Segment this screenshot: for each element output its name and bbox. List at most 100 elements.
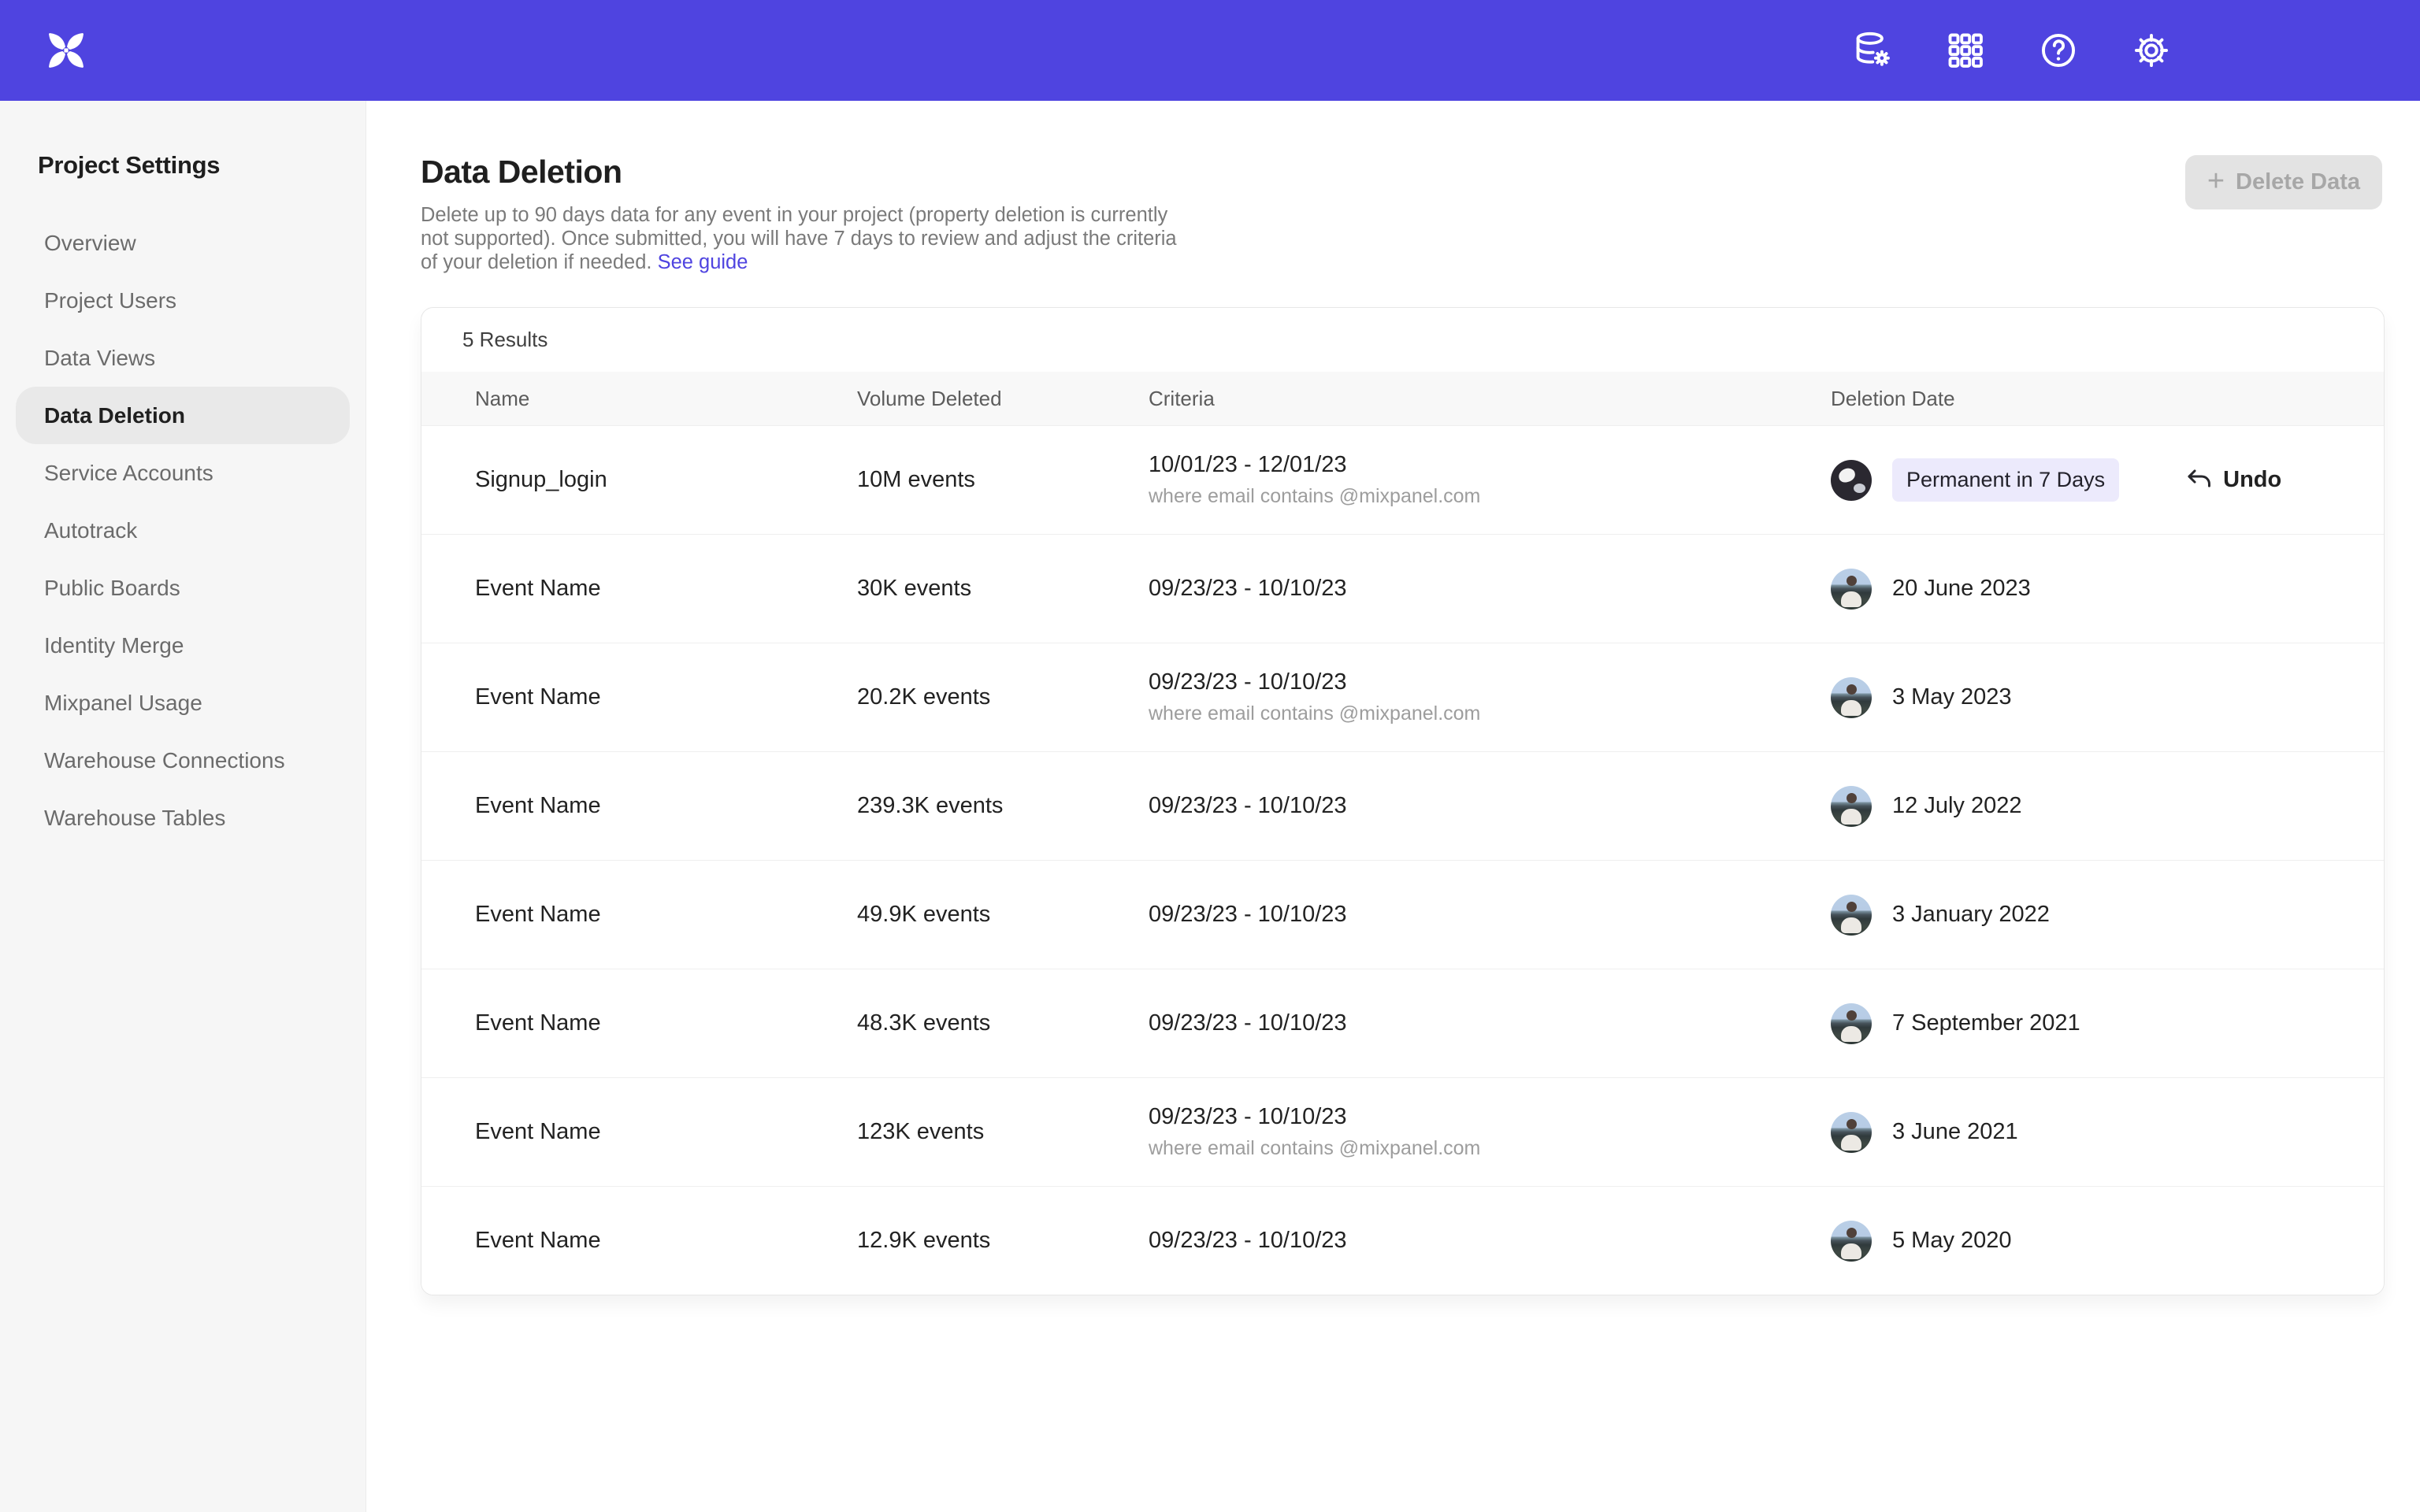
sidebar-item-warehouse-tables[interactable]: Warehouse Tables bbox=[16, 789, 350, 847]
criteria-date-range: 09/23/23 - 10/10/23 bbox=[1149, 793, 1831, 819]
criteria-filter: where email contains @mixpanel.com bbox=[1149, 702, 1831, 725]
sidebar-item-label: Warehouse Connections bbox=[44, 748, 285, 773]
criteria-date-range: 09/23/23 - 10/10/23 bbox=[1149, 902, 1831, 928]
table-row: Signup_login 10M events 10/01/23 - 12/01… bbox=[421, 425, 2384, 534]
table-row: Event Name 20.2K events 09/23/23 - 10/10… bbox=[421, 643, 2384, 751]
row-criteria: 09/23/23 - 10/10/23 bbox=[1149, 793, 1831, 819]
row-volume-deleted: 48.3K events bbox=[857, 1010, 1149, 1036]
row-volume-deleted: 49.9K events bbox=[857, 902, 1149, 928]
delete-data-button[interactable]: + Delete Data bbox=[2185, 155, 2382, 209]
page-title: Data Deletion bbox=[421, 154, 2385, 191]
table-row: Event Name 48.3K events 09/23/23 - 10/10… bbox=[421, 969, 2384, 1077]
table-header-row: Name Volume Deleted Criteria Deletion Da… bbox=[421, 372, 2384, 425]
row-name: Event Name bbox=[475, 1119, 857, 1145]
mixpanel-logo-icon[interactable] bbox=[47, 32, 85, 69]
user-avatar bbox=[1831, 677, 1872, 718]
row-volume-deleted: 20.2K events bbox=[857, 684, 1149, 710]
page-description-text: Delete up to 90 days data for any event … bbox=[421, 204, 1177, 273]
user-avatar bbox=[1831, 569, 1872, 610]
user-avatar bbox=[1831, 786, 1872, 827]
sidebar-item-label: Service Accounts bbox=[44, 461, 213, 486]
sidebar-item-project-users[interactable]: Project Users bbox=[16, 272, 350, 329]
apps-grid-icon[interactable] bbox=[1945, 30, 1986, 71]
sidebar-item-autotrack[interactable]: Autotrack bbox=[16, 502, 350, 559]
undo-label: Undo bbox=[2223, 467, 2281, 493]
row-volume-deleted: 30K events bbox=[857, 576, 1149, 602]
row-name: Signup_login bbox=[475, 467, 857, 493]
sidebar-item-service-accounts[interactable]: Service Accounts bbox=[16, 444, 350, 502]
deletion-date-text: 7 September 2021 bbox=[1892, 1010, 2080, 1036]
sidebar-item-label: Overview bbox=[44, 231, 136, 256]
deletion-date-text: 3 June 2021 bbox=[1892, 1119, 2018, 1145]
sidebar-item-data-deletion[interactable]: Data Deletion bbox=[16, 387, 350, 444]
sidebar-item-overview[interactable]: Overview bbox=[16, 214, 350, 272]
row-deletion-date: 20 June 2023 Undo bbox=[1831, 569, 2352, 610]
see-guide-link[interactable]: See guide bbox=[658, 251, 748, 273]
user-avatar bbox=[1831, 895, 1872, 936]
row-name: Event Name bbox=[475, 1228, 857, 1254]
criteria-filter: where email contains @mixpanel.com bbox=[1149, 1137, 1831, 1160]
column-header-name: Name bbox=[475, 387, 857, 411]
sidebar-item-label: Project Users bbox=[44, 288, 176, 313]
status-badge: Permanent in 7 Days bbox=[1892, 458, 2119, 502]
sidebar-item-label: Identity Merge bbox=[44, 633, 184, 658]
row-deletion-date: 7 September 2021 Undo bbox=[1831, 1003, 2352, 1044]
row-criteria: 09/23/23 - 10/10/23 bbox=[1149, 1228, 1831, 1254]
row-name: Event Name bbox=[475, 576, 857, 602]
row-name: Event Name bbox=[475, 793, 857, 819]
table-body: Signup_login 10M events 10/01/23 - 12/01… bbox=[421, 425, 2384, 1295]
row-criteria: 10/01/23 - 12/01/23 where email contains… bbox=[1149, 452, 1831, 508]
data-management-icon[interactable] bbox=[1852, 30, 1893, 71]
row-deletion-date: 5 May 2020 Undo bbox=[1831, 1221, 2352, 1262]
topbar-icon-group bbox=[1852, 30, 2420, 71]
undo-icon bbox=[2185, 467, 2212, 494]
row-deletion-date: 3 June 2021 Undo bbox=[1831, 1112, 2352, 1153]
page-description: Delete up to 90 days data for any event … bbox=[421, 203, 1177, 274]
row-deletion-date: 3 May 2023 Undo bbox=[1831, 677, 2352, 718]
row-volume-deleted: 123K events bbox=[857, 1119, 1149, 1145]
sidebar-item-mixpanel-usage[interactable]: Mixpanel Usage bbox=[16, 674, 350, 732]
criteria-date-range: 09/23/23 - 10/10/23 bbox=[1149, 576, 1831, 602]
sidebar-item-warehouse-connections[interactable]: Warehouse Connections bbox=[16, 732, 350, 789]
row-deletion-date: 12 July 2022 Undo bbox=[1831, 786, 2352, 827]
column-header-criteria: Criteria bbox=[1149, 387, 1831, 411]
criteria-date-range: 09/23/23 - 10/10/23 bbox=[1149, 669, 1831, 695]
results-count: 5 Results bbox=[421, 308, 2384, 372]
row-volume-deleted: 239.3K events bbox=[857, 793, 1149, 819]
table-row: Event Name 239.3K events 09/23/23 - 10/1… bbox=[421, 751, 2384, 860]
row-name: Event Name bbox=[475, 684, 857, 710]
sidebar-item-identity-merge[interactable]: Identity Merge bbox=[16, 617, 350, 674]
page-header: Data Deletion Delete up to 90 days data … bbox=[421, 154, 2385, 274]
sidebar-item-label: Data Deletion bbox=[44, 403, 185, 428]
user-avatar bbox=[1831, 1003, 1872, 1044]
deletion-date-text: 5 May 2020 bbox=[1892, 1228, 2012, 1254]
sidebar-item-label: Warehouse Tables bbox=[44, 806, 225, 831]
row-deletion-date: 3 January 2022 Undo bbox=[1831, 895, 2352, 936]
deletion-date-text: 12 July 2022 bbox=[1892, 793, 2021, 819]
undo-button[interactable]: Undo bbox=[2185, 467, 2281, 494]
delete-data-label: Delete Data bbox=[2236, 169, 2360, 195]
table-row: Event Name 123K events 09/23/23 - 10/10/… bbox=[421, 1077, 2384, 1186]
row-criteria: 09/23/23 - 10/10/23 where email contains… bbox=[1149, 669, 1831, 725]
topbar bbox=[0, 0, 2420, 101]
row-volume-deleted: 10M events bbox=[857, 467, 1149, 493]
app-root: Project Settings Overview Project Users … bbox=[0, 0, 2420, 1512]
column-header-deletion-date: Deletion Date bbox=[1831, 387, 2352, 411]
sidebar-item-public-boards[interactable]: Public Boards bbox=[16, 559, 350, 617]
criteria-date-range: 09/23/23 - 10/10/23 bbox=[1149, 1104, 1831, 1130]
sidebar-nav: Overview Project Users Data Views Data D… bbox=[0, 214, 366, 847]
criteria-date-range: 10/01/23 - 12/01/23 bbox=[1149, 452, 1831, 478]
criteria-date-range: 09/23/23 - 10/10/23 bbox=[1149, 1228, 1831, 1254]
sidebar-item-label: Data Views bbox=[44, 346, 155, 371]
row-criteria: 09/23/23 - 10/10/23 bbox=[1149, 1010, 1831, 1036]
deletion-date-text: 20 June 2023 bbox=[1892, 576, 2031, 602]
user-avatar bbox=[1831, 460, 1872, 501]
criteria-date-range: 09/23/23 - 10/10/23 bbox=[1149, 1010, 1831, 1036]
user-avatar bbox=[1831, 1221, 1872, 1262]
settings-gear-icon[interactable] bbox=[2131, 30, 2172, 71]
help-icon[interactable] bbox=[2038, 30, 2079, 71]
row-volume-deleted: 12.9K events bbox=[857, 1228, 1149, 1254]
sidebar-item-label: Autotrack bbox=[44, 518, 137, 543]
sidebar-item-data-views[interactable]: Data Views bbox=[16, 329, 350, 387]
sidebar-item-label: Public Boards bbox=[44, 576, 180, 601]
